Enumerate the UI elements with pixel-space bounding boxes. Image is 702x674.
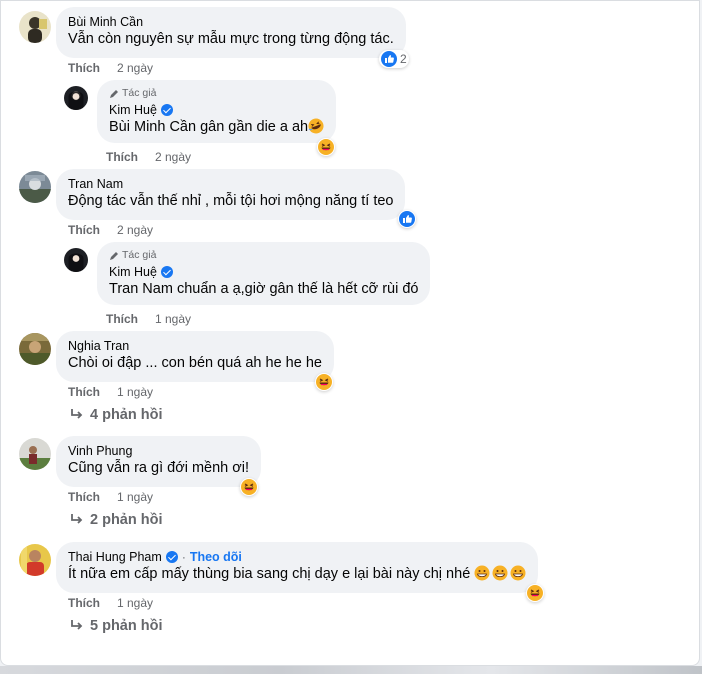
avatar[interactable]: [19, 171, 51, 203]
comments-panel: Bùi Minh Cần Vẫn còn nguyên sự mẫu mực t…: [0, 0, 700, 666]
comment-bubble: Tran Nam Động tác vẫn thế nhỉ , mỗi tội …: [56, 169, 406, 220]
reply-actions: Thích 2 ngày: [106, 150, 191, 164]
haha-reaction-icon: [316, 374, 332, 390]
like-link[interactable]: Thích: [68, 490, 100, 504]
like-link[interactable]: Thích: [106, 312, 138, 326]
replies-count: 4 phản hồi: [90, 407, 163, 423]
comment-author[interactable]: Thai Hung Pham: [68, 549, 162, 565]
reply-text: chuẩn a ạ,giờ gân thế là hết cỡ rùi đó: [172, 281, 419, 297]
comment-bubble: Vinh Phung Cũng vẫn ra gì đới mềnh ơi!: [56, 436, 262, 487]
comment-author[interactable]: Vinh Phung: [68, 443, 132, 459]
grinning-emoji-icon: [474, 565, 490, 581]
comment-time[interactable]: 1 ngày: [117, 596, 153, 610]
background-strip: [0, 666, 702, 674]
avatar[interactable]: [19, 544, 51, 576]
reaction-summary[interactable]: [317, 138, 335, 156]
comment-actions: Thích 2 ngày: [68, 61, 153, 75]
haha-reaction-icon: [241, 479, 257, 495]
pencil-icon: [109, 251, 119, 261]
replies-count: 5 phản hồi: [90, 618, 163, 634]
reply-arrow-icon: [70, 619, 84, 633]
haha-reaction-icon: [527, 585, 543, 601]
reply-arrow-icon: [70, 408, 84, 422]
like-link[interactable]: Thích: [68, 596, 100, 610]
like-reaction-icon: [399, 211, 415, 227]
reply-actions: Thích 1 ngày: [106, 312, 191, 326]
reply-bubble: Tác giả Kim Huệ Tran Nam chuẩn a ạ,giờ g…: [97, 242, 431, 305]
verified-icon: [160, 266, 173, 278]
comment-text: Động tác vẫn thế nhỉ , mỗi tội hơi mộng …: [68, 193, 394, 209]
reaction-summary[interactable]: [398, 210, 416, 228]
comment-bubble: Nghia Tran Chòi oi đập ... con bén quá a…: [56, 331, 334, 382]
reply-arrow-icon: [70, 513, 84, 527]
reaction-summary[interactable]: [315, 373, 333, 391]
comment-author[interactable]: Bùi Minh Cần: [68, 14, 143, 30]
reply-author[interactable]: Kim Huệ: [109, 264, 157, 280]
avatar[interactable]: [19, 438, 51, 470]
pencil-icon: [109, 89, 119, 99]
view-replies-link[interactable]: 2 phản hồi: [70, 512, 163, 528]
comment-author[interactable]: Nghia Tran: [68, 338, 129, 354]
comment-time[interactable]: 1 ngày: [117, 385, 153, 399]
comment-text: Ít nữa em cấp mấy thùng bia sang chị dạy…: [68, 566, 471, 582]
grinning-emoji-icon: [510, 565, 526, 581]
mention-link[interactable]: Tran Nam: [109, 281, 173, 297]
avatar[interactable]: [19, 333, 51, 365]
view-replies-link[interactable]: 4 phản hồi: [70, 407, 163, 423]
reaction-summary[interactable]: [240, 478, 258, 496]
author-tag: Tác giả: [122, 249, 157, 261]
comment-time[interactable]: 1 ngày: [117, 490, 153, 504]
haha-reaction-icon: [318, 139, 334, 155]
author-tag: Tác giả: [122, 87, 157, 99]
rofl-emoji-icon: [308, 118, 324, 134]
comment-author[interactable]: Tran Nam: [68, 176, 123, 192]
comment-actions: Thích 1 ngày: [68, 490, 153, 504]
grinning-emoji-icon: [492, 565, 508, 581]
reply-text: gân gần die a ah: [196, 119, 309, 135]
replies-count: 2 phản hồi: [90, 512, 163, 528]
like-link[interactable]: Thích: [68, 223, 100, 237]
like-link[interactable]: Thích: [68, 61, 100, 75]
comment-text: Chòi oi đập ... con bén quá ah he he he: [68, 355, 322, 371]
view-replies-link[interactable]: 5 phản hồi: [70, 618, 163, 634]
mention-link[interactable]: Bùi Minh Cần: [109, 119, 196, 135]
like-reaction-icon: [381, 51, 397, 67]
comment-text: Cũng vẫn ra gì đới mềnh ơi!: [68, 460, 250, 476]
verified-icon: [165, 551, 178, 563]
avatar[interactable]: [19, 11, 51, 43]
comment-actions: Thích 1 ngày: [68, 385, 153, 399]
like-link[interactable]: Thích: [68, 385, 100, 399]
verified-icon: [160, 104, 173, 116]
reaction-count: 2: [400, 52, 407, 66]
avatar[interactable]: [64, 86, 88, 110]
reply-time[interactable]: 1 ngày: [155, 312, 191, 326]
comment-time[interactable]: 2 ngày: [117, 223, 153, 237]
comment-text: Vẫn còn nguyên sự mẫu mực trong từng độn…: [68, 31, 394, 47]
like-link[interactable]: Thích: [106, 150, 138, 164]
reaction-summary[interactable]: 2: [379, 50, 409, 68]
reply-bubble: Tác giả Kim Huệ Bùi Minh Cần gân gần die…: [97, 80, 337, 143]
comment-time[interactable]: 2 ngày: [117, 61, 153, 75]
comment-bubble: Bùi Minh Cần Vẫn còn nguyên sự mẫu mực t…: [56, 7, 406, 58]
comment-actions: Thích 1 ngày: [68, 596, 153, 610]
comment-bubble: Thai Hung Pham · Theo dõi Ít nữa em cấp …: [56, 542, 539, 593]
follow-button[interactable]: Theo dõi: [190, 549, 242, 565]
reaction-summary[interactable]: [526, 584, 544, 602]
reply-author[interactable]: Kim Huệ: [109, 102, 157, 118]
reply-time[interactable]: 2 ngày: [155, 150, 191, 164]
comment-actions: Thích 2 ngày: [68, 223, 153, 237]
avatar[interactable]: [64, 248, 88, 272]
